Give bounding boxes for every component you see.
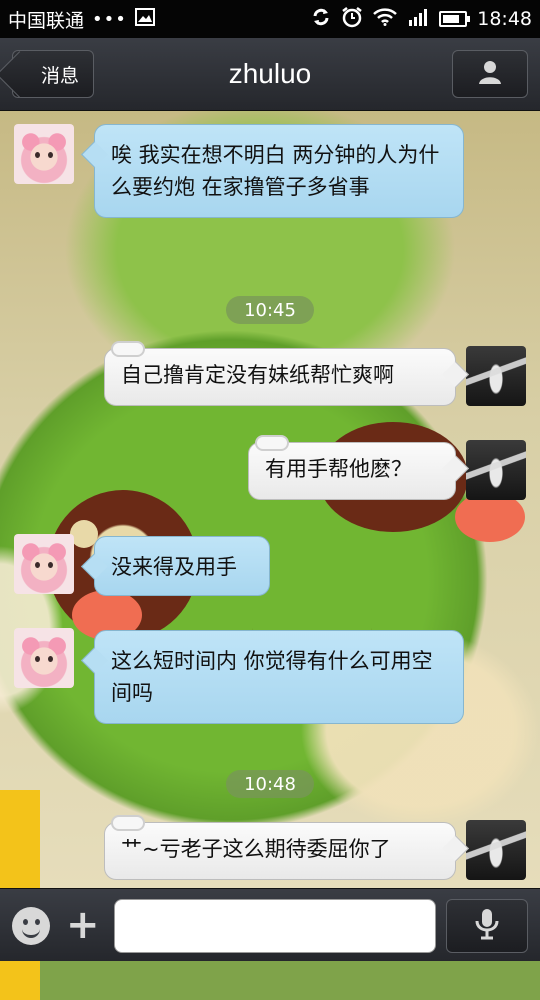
message-input[interactable] [114, 899, 436, 953]
timestamp: 10:45 [226, 296, 314, 324]
carrier-name: 中国联通 [8, 9, 85, 32]
chat-title: zhuluo [228, 58, 312, 89]
message-bubble-incoming[interactable]: 唉 我实在想不明白 两分钟的人为什么要约炮 在家撸管子多省事 [94, 124, 464, 218]
message-list[interactable]: 唉 我实在想不明白 两分钟的人为什么要约炮 在家撸管子多省事 10:45 自己撸… [0, 110, 540, 888]
microphone-icon [473, 907, 501, 945]
contact-avatar[interactable] [14, 124, 74, 184]
status-left: 中国联通 ••• [8, 6, 155, 33]
notification-dots: ••• [92, 8, 127, 30]
input-bar: + [0, 888, 540, 961]
message-text: 艹~亏老子这么期待委屈你了 [121, 837, 391, 861]
clock: 18:48 [477, 8, 532, 30]
back-button-label: 消息 [40, 64, 79, 87]
sync-icon [311, 7, 331, 32]
message-bubble-outgoing[interactable]: 艹~亏老子这么期待委屈你了 [104, 815, 456, 880]
message-text: 自己撸肯定没有妹纸帮忙爽啊 [121, 363, 394, 387]
status-bar: 中国联通 ••• 18:48 [0, 0, 540, 38]
timestamp: 10:48 [226, 770, 314, 798]
contact-avatar[interactable] [14, 628, 74, 688]
message-bubble-incoming[interactable]: 这么短时间内 你觉得有什么可用空间吗 [94, 630, 464, 724]
person-icon [476, 58, 504, 90]
status-right: 18:48 [311, 6, 532, 33]
my-avatar[interactable] [466, 440, 526, 500]
profile-button[interactable] [452, 50, 528, 98]
plus-icon[interactable]: + [66, 905, 100, 945]
message-bubble-outgoing[interactable]: 有用手帮他麽？ [248, 435, 456, 500]
message-bubble-outgoing[interactable]: 自己撸肯定没有妹纸帮忙爽啊 [104, 341, 456, 406]
my-avatar[interactable] [466, 346, 526, 406]
bubble-clip-decoration [111, 815, 145, 831]
voice-button[interactable] [446, 899, 528, 953]
message-bubble-incoming[interactable]: 没来得及用手 [94, 536, 270, 596]
image-icon [134, 7, 155, 31]
battery-icon [439, 11, 471, 27]
message-text: 有用手帮他麽？ [265, 457, 412, 481]
alarm-icon [341, 6, 363, 33]
message-text: 这么短时间内 你觉得有什么可用空间吗 [111, 649, 433, 705]
emoji-icon[interactable] [12, 907, 50, 945]
my-avatar[interactable] [466, 820, 526, 880]
chat-header: 消息 zhuluo [0, 38, 540, 111]
wifi-icon [373, 7, 398, 31]
message-text: 没来得及用手 [111, 555, 237, 579]
signal-icon [407, 8, 429, 31]
message-text: 唉 我实在想不明白 两分钟的人为什么要约炮 在家撸管子多省事 [111, 143, 440, 199]
back-button[interactable]: 消息 [12, 50, 94, 98]
contact-avatar[interactable] [14, 534, 74, 594]
bubble-clip-decoration [255, 435, 289, 451]
bubble-clip-decoration [111, 341, 145, 357]
